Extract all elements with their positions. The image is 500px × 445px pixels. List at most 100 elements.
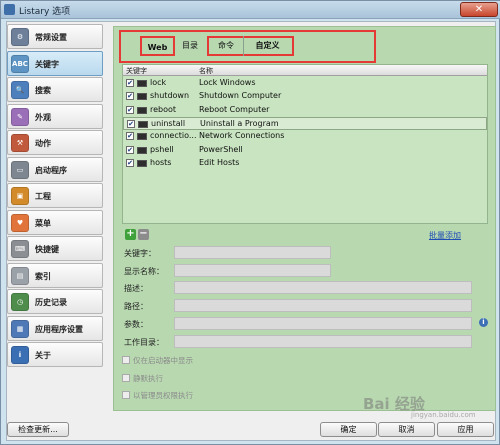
keyword-list[interactable]: 关键字 名称 ✔ lock Lock Windows ✔ shutdown Shutdow… bbox=[122, 64, 488, 224]
params-field[interactable] bbox=[174, 317, 472, 330]
sidebar-item-4[interactable]: ⚒ 动作 bbox=[7, 130, 103, 155]
workdir-label: 工作目录： bbox=[124, 338, 164, 347]
launcher-only-checkbox[interactable] bbox=[122, 356, 130, 364]
settings-icon: ⚙ bbox=[11, 28, 29, 46]
title-bar: Listary 选项 ✕ bbox=[1, 1, 500, 19]
row-checkbox[interactable]: ✔ bbox=[126, 145, 134, 154]
sidebar-item-label: 常规设置 bbox=[35, 33, 67, 42]
option-launcher-only[interactable]: 仅在启动器中显示 bbox=[122, 355, 193, 366]
list-item[interactable]: ✔ lock Lock Windows bbox=[123, 77, 487, 90]
column-header-name[interactable]: 名称 bbox=[199, 66, 213, 76]
display-name-field[interactable] bbox=[174, 264, 331, 277]
row-checkbox[interactable]: ✔ bbox=[126, 158, 134, 167]
row-name: Lock Windows bbox=[199, 78, 256, 87]
row-checkbox[interactable]: ✔ bbox=[126, 105, 134, 114]
column-header-keyword[interactable]: 关键字 bbox=[126, 66, 147, 76]
sidebar-item-0[interactable]: ⚙ 常规设置 bbox=[7, 24, 103, 49]
tab-command[interactable]: 命令 bbox=[210, 36, 242, 56]
sidebar-item-8[interactable]: ⌨ 快捷键 bbox=[7, 236, 103, 261]
sidebar-item-12[interactable]: i 关于 bbox=[7, 342, 103, 367]
console-icon bbox=[137, 133, 147, 141]
cancel-button[interactable]: 取消 bbox=[378, 422, 435, 437]
check-update-button[interactable]: 检查更新... bbox=[7, 422, 69, 437]
row-name: PowerShell bbox=[199, 144, 243, 154]
sidebar: ⚙ 常规设置 ABC 关键字 🔍 搜索 ✎ 外观 ⚒ 动作 ▭ 启动程序 ▣ 工程 ♥ 菜单 ⌨ 快捷键 ▤ 索引 ◷ 历… bbox=[7, 24, 103, 369]
console-icon bbox=[137, 106, 147, 114]
batch-add-link[interactable]: 批量添加 bbox=[429, 230, 461, 241]
sidebar-item-label: 关键字 bbox=[35, 59, 59, 69]
list-item[interactable]: ✔ pshell PowerShell bbox=[123, 144, 487, 157]
close-button[interactable]: ✕ bbox=[460, 2, 498, 17]
row-name: Edit Hosts bbox=[199, 157, 240, 167]
tab-custom[interactable]: 自定义 bbox=[243, 36, 291, 56]
row-checkbox[interactable]: ✔ bbox=[126, 132, 134, 141]
sidebar-item-label: 搜索 bbox=[35, 86, 51, 95]
list-item[interactable]: ✔ hosts Edit Hosts bbox=[123, 157, 487, 170]
heart-menu-icon: ♥ bbox=[11, 213, 29, 232]
run-as-admin-checkbox[interactable] bbox=[122, 391, 130, 399]
tab-web[interactable]: Web bbox=[140, 36, 175, 56]
console-icon bbox=[137, 80, 147, 87]
apply-button[interactable]: 应用 bbox=[437, 422, 494, 437]
option-run-as-admin[interactable]: 以管理员权限执行 bbox=[122, 390, 193, 401]
silent-label: 静默执行 bbox=[133, 374, 163, 383]
sidebar-item-10[interactable]: ◷ 历史记录 bbox=[7, 289, 103, 314]
keyboard-icon: ⌨ bbox=[11, 240, 29, 258]
options-window: Listary 选项 ✕ ⚙ 常规设置 ABC 关键字 🔍 搜索 ✎ 外观 ⚒ 动作 ▭ 启动程序 ▣ 工… bbox=[0, 0, 500, 445]
console-icon bbox=[138, 120, 148, 128]
tab-directory[interactable]: 目录 bbox=[178, 36, 202, 56]
silent-checkbox[interactable] bbox=[122, 374, 130, 382]
sidebar-item-label: 工程 bbox=[35, 192, 51, 201]
path-label: 路径： bbox=[124, 302, 148, 311]
row-checkbox[interactable]: ✔ bbox=[126, 79, 134, 87]
description-field[interactable] bbox=[174, 281, 472, 294]
row-keyword: shutdown bbox=[150, 91, 190, 101]
row-name: Network Connections bbox=[199, 131, 285, 141]
info-icon: i bbox=[11, 346, 29, 364]
abc-icon: ABC bbox=[11, 54, 29, 73]
row-checkbox[interactable]: ✔ bbox=[127, 119, 135, 128]
sidebar-item-label: 快捷键 bbox=[35, 245, 59, 254]
sidebar-item-6[interactable]: ▣ 工程 bbox=[7, 183, 103, 208]
row-keyword: connectio... bbox=[150, 131, 197, 141]
baidu-watermark-url: jingyan.baidu.com bbox=[411, 411, 476, 419]
list-item[interactable]: ✔ shutdown Shutdown Computer bbox=[123, 90, 487, 103]
info-icon[interactable]: i bbox=[479, 318, 488, 327]
sidebar-item-label: 索引 bbox=[35, 271, 51, 281]
console-icon bbox=[137, 159, 147, 167]
list-item[interactable]: ✔ connectio... Network Connections bbox=[123, 130, 487, 143]
option-silent[interactable]: 静默执行 bbox=[122, 373, 163, 384]
list-item[interactable]: ✔ uninstall Uninstall a Program bbox=[123, 116, 487, 130]
display-name-label: 显示名称： bbox=[124, 267, 164, 276]
sidebar-item-5[interactable]: ▭ 启动程序 bbox=[7, 156, 103, 182]
row-checkbox[interactable]: ✔ bbox=[126, 92, 134, 101]
sidebar-item-9[interactable]: ▤ 索引 bbox=[7, 262, 103, 288]
sidebar-item-label: 历史记录 bbox=[35, 298, 67, 307]
sidebar-item-3[interactable]: ✎ 外观 bbox=[7, 103, 103, 129]
sidebar-item-11[interactable]: ▦ 应用程序设置 bbox=[7, 315, 103, 341]
keyword-label: 关键字： bbox=[124, 249, 156, 258]
description-label: 描述： bbox=[124, 284, 148, 293]
sidebar-item-2[interactable]: 🔍 搜索 bbox=[7, 77, 103, 102]
row-keyword: lock bbox=[150, 78, 167, 87]
listary-app-icon bbox=[4, 4, 15, 15]
sidebar-item-7[interactable]: ♥ 菜单 bbox=[7, 209, 103, 235]
path-field[interactable] bbox=[174, 299, 472, 312]
console-icon bbox=[137, 146, 147, 154]
row-name: Shutdown Computer bbox=[199, 91, 282, 101]
app-grid-icon: ▦ bbox=[11, 319, 29, 338]
list-header: 关键字 名称 bbox=[123, 65, 487, 76]
row-name: Uninstall a Program bbox=[200, 118, 279, 128]
launcher-only-label: 仅在启动器中显示 bbox=[133, 356, 193, 365]
list-item[interactable]: ✔ reboot Reboot Computer bbox=[123, 104, 487, 117]
params-label: 参数： bbox=[124, 320, 148, 329]
remove-button[interactable]: − bbox=[138, 229, 149, 240]
ok-button[interactable]: 确定 bbox=[320, 422, 377, 437]
row-keyword: reboot bbox=[150, 104, 177, 114]
keyword-field[interactable] bbox=[174, 246, 331, 259]
add-button[interactable]: + bbox=[125, 229, 136, 240]
sidebar-item-label: 关于 bbox=[35, 351, 51, 360]
workdir-field[interactable] bbox=[174, 335, 472, 348]
window-title: Listary 选项 bbox=[19, 7, 71, 17]
sidebar-item-1[interactable]: ABC 关键字 bbox=[7, 50, 103, 76]
